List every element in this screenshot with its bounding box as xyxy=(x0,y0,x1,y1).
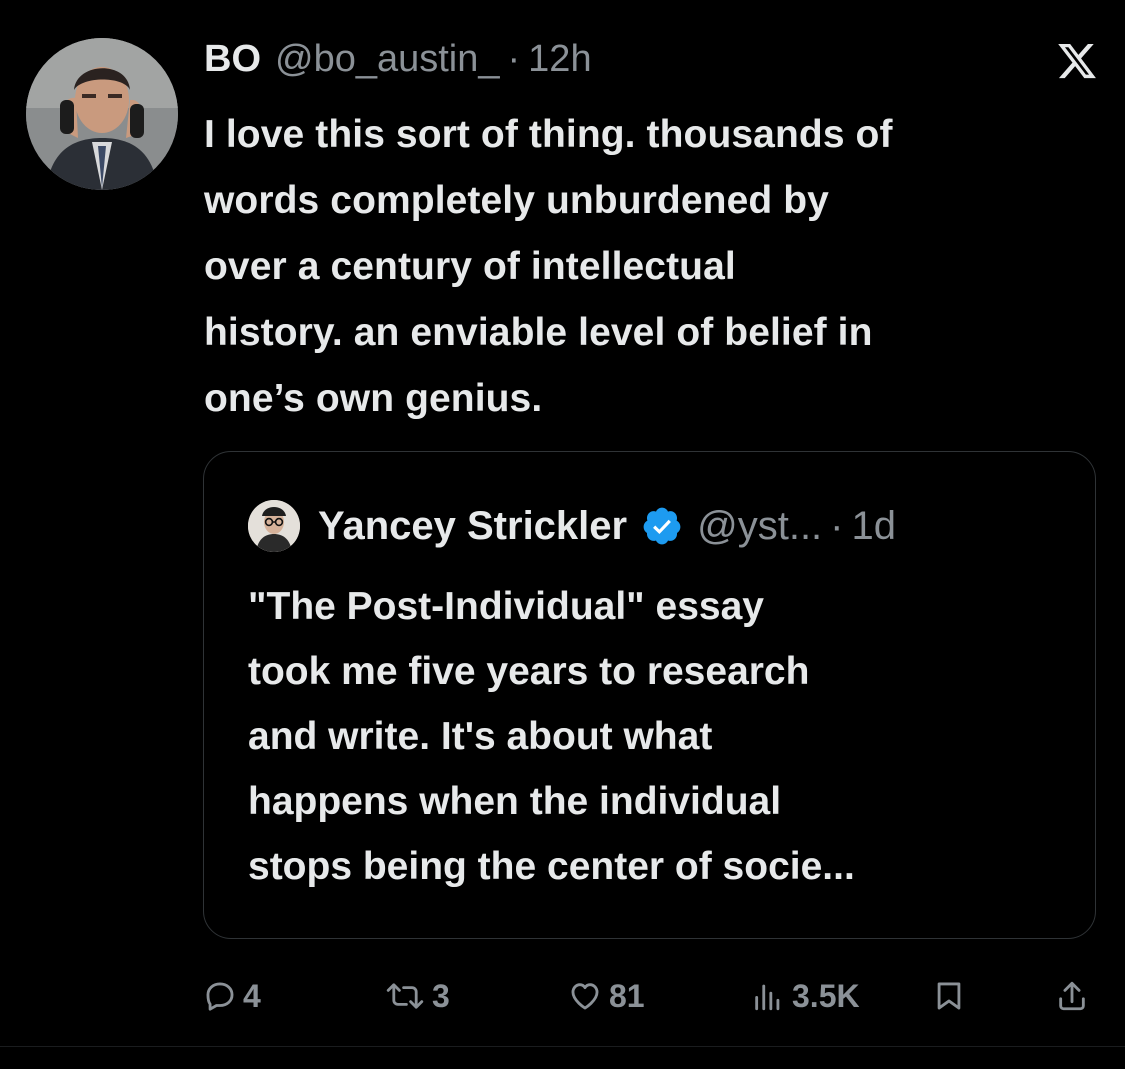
views-count: 3.5K xyxy=(792,977,860,1014)
reply-count: 4 xyxy=(243,977,261,1014)
post-text: I love this sort of thing. thousands of … xyxy=(204,102,1104,432)
post-text-line: history. an enviable level of belief in xyxy=(204,311,873,354)
quoted-author-avatar xyxy=(248,500,300,552)
quoted-post-card[interactable]: Yancey Strickler @yst... · 1d "The Post-… xyxy=(203,451,1096,939)
quoted-text-line: took me five years to research xyxy=(248,650,810,693)
action-bar: 4 3 81 3.5K xyxy=(0,970,1125,1022)
analytics-icon xyxy=(755,984,780,1011)
bookmark-icon xyxy=(937,982,961,1010)
author-name[interactable]: BO xyxy=(204,38,261,81)
quoted-author-handle[interactable]: @yst... xyxy=(697,504,822,549)
bookmark-button[interactable] xyxy=(932,970,966,1022)
verified-badge-icon xyxy=(643,507,681,545)
separator-dot: · xyxy=(830,503,844,548)
reply-button[interactable]: 4 xyxy=(203,970,261,1022)
like-button[interactable]: 81 xyxy=(567,970,645,1022)
avatar-image xyxy=(26,38,178,190)
share-icon xyxy=(1059,981,1085,1011)
quoted-text-line: stops being the center of socie... xyxy=(248,845,855,888)
separator-dot: · xyxy=(507,38,521,80)
views-button[interactable]: 3.5K xyxy=(750,970,860,1022)
repost-count: 3 xyxy=(432,977,450,1014)
quoted-post-text: "The Post-Individual" essay took me five… xyxy=(248,574,1068,899)
post-timestamp[interactable]: 12h xyxy=(528,38,591,81)
post-text-line: words completely unburdened by xyxy=(204,179,829,222)
post-text-line: I love this sort of thing. thousands of xyxy=(204,113,893,156)
tweet-card[interactable]: BO @bo_austin_ · 12h I love this sort of… xyxy=(0,0,1125,1069)
share-button[interactable] xyxy=(1055,970,1089,1022)
author-handle[interactable]: @bo_austin_ xyxy=(275,38,500,81)
quoted-text-line: happens when the individual xyxy=(248,780,782,823)
quoted-post-header: Yancey Strickler @yst... · 1d xyxy=(318,500,896,552)
repost-button[interactable]: 3 xyxy=(384,970,450,1022)
reply-icon xyxy=(206,982,234,1011)
like-count: 81 xyxy=(609,977,645,1014)
heart-icon xyxy=(571,983,599,1010)
quoted-text-line: "The Post-Individual" essay xyxy=(248,585,764,628)
post-header: BO @bo_austin_ · 12h xyxy=(204,38,592,88)
quoted-post-timestamp[interactable]: 1d xyxy=(852,504,897,549)
x-logo-icon xyxy=(1056,40,1098,82)
quoted-avatar-image xyxy=(248,500,300,552)
bottom-divider xyxy=(0,1046,1125,1047)
quoted-author-name[interactable]: Yancey Strickler xyxy=(318,504,627,549)
repost-icon xyxy=(386,983,424,1009)
quoted-text-line: and write. It's about what xyxy=(248,715,713,758)
post-text-line: one’s own genius. xyxy=(204,377,543,420)
author-avatar[interactable] xyxy=(26,38,178,190)
post-text-line: over a century of intellectual xyxy=(204,245,736,288)
